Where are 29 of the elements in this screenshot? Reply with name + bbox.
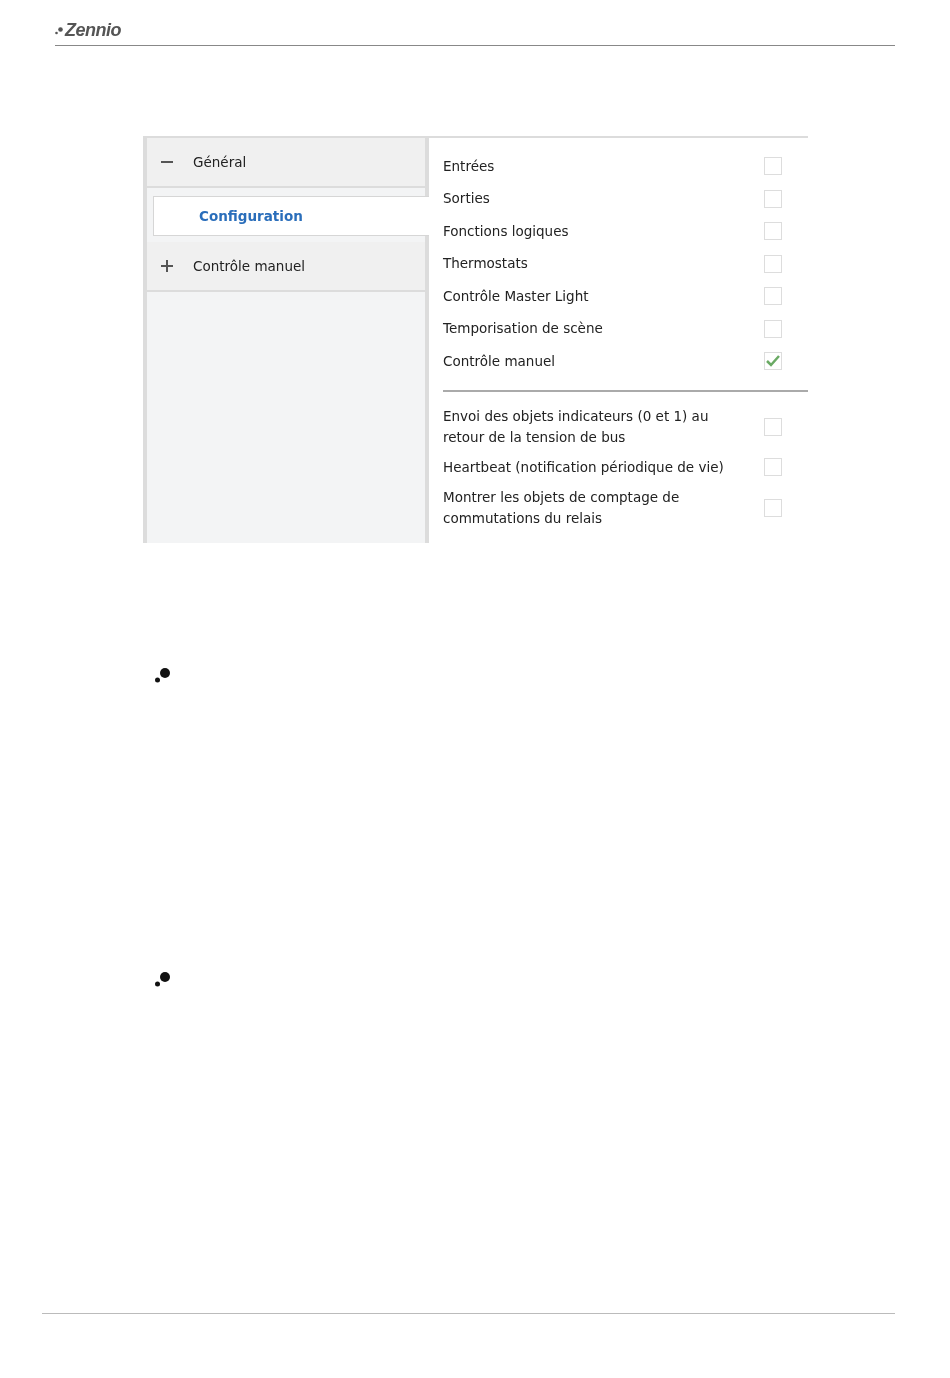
checkbox[interactable] [764,189,782,208]
checkbox[interactable] [764,498,782,517]
parameter-label: Montrer les objets de comptage de commutations du relais [443,487,681,528]
logo: Zennio [55,20,121,41]
sidebar-category[interactable]: Contrôle manuel [147,242,425,292]
checkbox[interactable] [764,352,782,371]
category-label: Contrôle manuel [193,258,305,274]
plus-icon[interactable] [161,260,173,272]
parameter-label: Envoi des objets indicateurs (0 et 1) au retour de la tension de bus [443,406,710,447]
checkbox[interactable] [764,157,782,176]
parameter-label: Thermostats [443,254,528,274]
checkbox[interactable] [764,222,782,241]
bullet-icon [154,970,172,988]
parameter-label: Fonctions logiques [443,221,569,241]
parameter-label: Contrôle Master Light [443,286,589,306]
checkbox[interactable] [764,458,782,476]
checkbox[interactable] [764,254,782,273]
checkbox[interactable] [764,417,782,436]
parameter-label: Heartbeat (notification périodique de vie) [443,457,724,477]
parameter-label: Sorties [443,189,490,209]
parameter-label: Contrôle manuel [443,351,555,371]
category-label: Général [193,154,247,170]
sidebar-category[interactable]: Général [147,138,425,188]
checkbox[interactable] [764,319,782,338]
checkbox[interactable] [764,287,782,306]
bullet-icon [154,666,172,684]
parameter-label: Temporisation de scène [443,319,603,339]
parameter-label: Entrées [443,156,495,176]
sidebar-item[interactable]: Configuration [153,196,429,236]
